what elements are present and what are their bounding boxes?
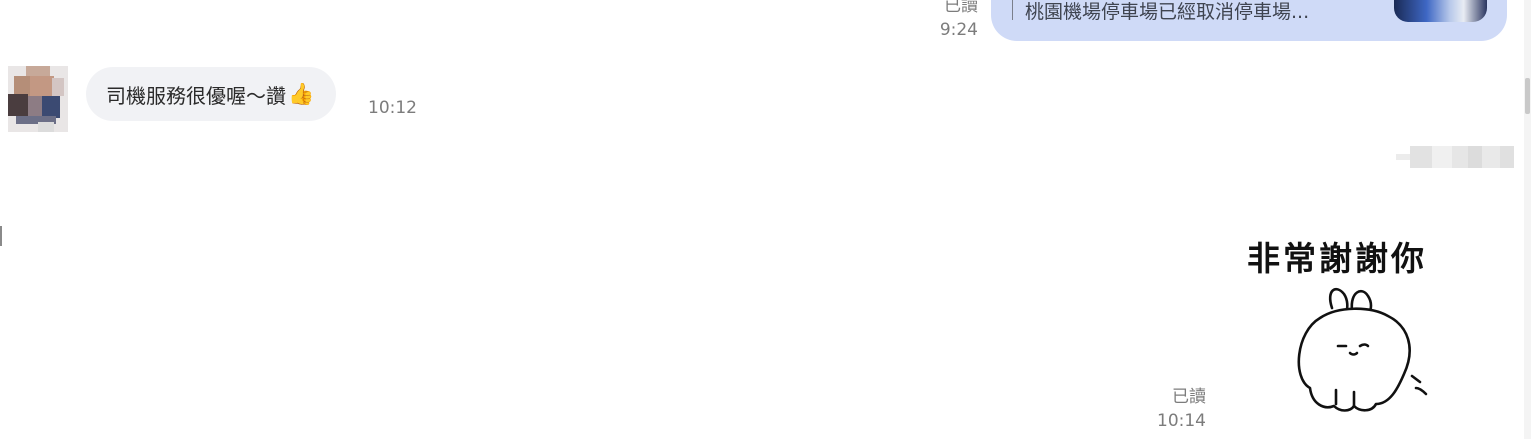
sticker-message[interactable]: 非常謝謝你 — [1240, 228, 1480, 418]
scrollbar[interactable] — [1524, 0, 1531, 439]
edge-marker — [0, 226, 2, 246]
blurred-content — [1396, 146, 1514, 168]
thumbs-up-icon: 👍 — [288, 81, 315, 106]
sent-message-bubble[interactable]: 桃園機場停車場已經取消停車場... — [991, 0, 1507, 41]
message-time: 10:14 — [1157, 411, 1206, 431]
message-text: 司機服務很優喔～讚 — [106, 83, 286, 108]
message-meta: 已讀 9:24 — [900, 0, 978, 42]
read-status: 已讀 — [944, 0, 978, 16]
chat-area: 已讀 9:24 桃園機場停車場已經取消停車場... 司機服務很優喔～讚 👍 10:… — [0, 0, 1531, 439]
message-meta: 已讀 10:14 — [1125, 385, 1206, 433]
message-time: 10:12 — [368, 98, 417, 118]
preview-thumbnail[interactable] — [1394, 0, 1487, 22]
quote-bar — [1012, 0, 1013, 20]
bunny-sticker-icon — [1297, 287, 1428, 412]
avatar[interactable] — [8, 66, 68, 132]
reply-preview-text: 桃園機場停車場已經取消停車場... — [1025, 1, 1310, 23]
read-status: 已讀 — [1172, 387, 1206, 407]
scrollbar-thumb[interactable] — [1525, 78, 1530, 114]
received-message-bubble[interactable]: 司機服務很優喔～讚 👍 — [86, 67, 337, 121]
message-time: 9:24 — [939, 20, 978, 40]
